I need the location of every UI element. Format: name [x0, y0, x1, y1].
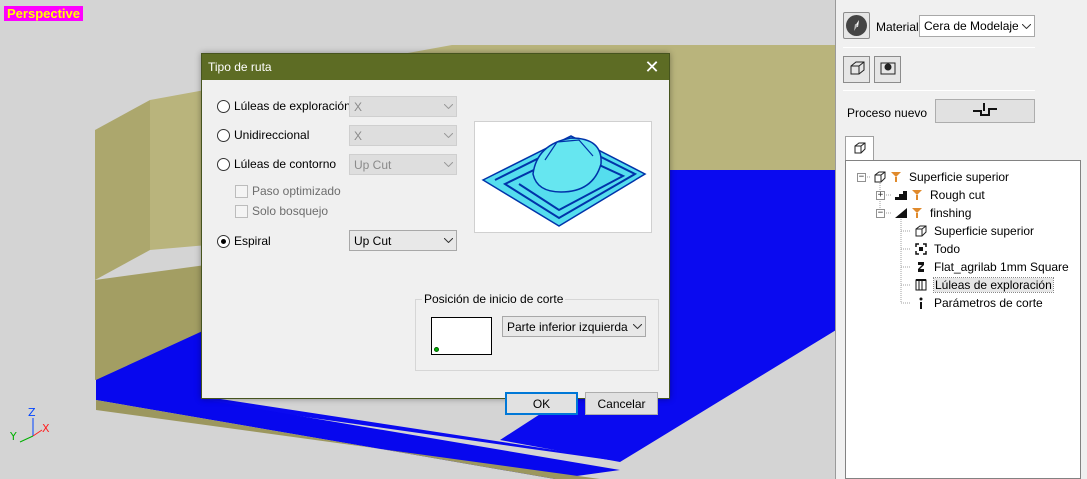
process-icon [910, 206, 924, 220]
rough-cut-icon [894, 188, 908, 202]
tree-item-finishing[interactable]: finshing [894, 204, 971, 222]
material-label: Material [876, 20, 919, 34]
collapse-icon[interactable]: − [857, 173, 866, 182]
tree-item-surface-child[interactable]: Superficie superior [914, 222, 1034, 240]
chevron-down-icon [440, 126, 456, 145]
contour-cut-select[interactable]: Up Cut [349, 154, 457, 175]
model-button[interactable] [874, 56, 901, 83]
tree-item-all[interactable]: Todo [914, 240, 960, 258]
close-icon[interactable]: ✕ [635, 54, 669, 80]
chevron-down-icon [440, 155, 456, 174]
collapse-icon[interactable]: − [876, 209, 885, 218]
checkbox-optimized-step[interactable]: Paso optimizado [235, 184, 341, 198]
start-position-group-label: Posición de inicio de corte [422, 292, 566, 306]
spiral-cut-select[interactable]: Up Cut [349, 230, 457, 251]
tree-item-cut-parameters[interactable]: Parámetros de corte [914, 294, 1043, 312]
option-contour-lines-label: Lúleas de contorno [234, 157, 337, 171]
process-panel: Material Cera de Modelaje Proceso nuevo [837, 0, 1087, 479]
stock-button[interactable] [843, 56, 870, 83]
process-icon [889, 170, 903, 184]
info-icon [914, 296, 928, 310]
material-select[interactable]: Cera de Modelaje [919, 15, 1035, 37]
tab-process-tree[interactable] [845, 136, 874, 161]
model-icon [879, 59, 897, 80]
option-spiral[interactable]: Espiral [217, 234, 271, 248]
process-icon [910, 188, 924, 202]
radio-scan-lines[interactable] [217, 99, 230, 113]
checkbox-sketch-only-box[interactable] [235, 204, 248, 218]
cube-icon [873, 170, 887, 184]
material-button[interactable] [843, 12, 870, 39]
option-spiral-label: Espiral [234, 234, 271, 248]
tree-item-scan-lines[interactable]: Lúleas de exploración [914, 276, 1054, 294]
axis-x-label: X [42, 422, 50, 435]
radio-unidirectional[interactable] [217, 128, 230, 142]
chevron-down-icon [629, 317, 645, 336]
start-point-marker [434, 347, 439, 352]
scan-lines-icon [914, 278, 928, 292]
separator [843, 90, 1035, 91]
new-process-label: Proceso nuevo [847, 106, 928, 120]
dialog-titlebar[interactable]: Tipo de ruta ✕ [202, 54, 669, 80]
option-unidirectional[interactable]: Unidireccional [217, 128, 309, 142]
cube-icon [848, 59, 866, 80]
compass-icon [846, 15, 867, 36]
option-contour-lines[interactable]: Lúleas de contorno [217, 157, 336, 171]
select-all-icon [914, 242, 928, 256]
view-label: Perspective [4, 6, 83, 21]
axis-z-label: Z [28, 406, 36, 419]
radio-contour-lines[interactable] [217, 157, 230, 171]
start-position-diagram [431, 317, 492, 355]
cancel-button[interactable]: Cancelar [585, 392, 658, 415]
axis-y-label: Y [10, 430, 17, 443]
axis-triad: Z X Y [8, 406, 58, 452]
separator [843, 47, 1035, 48]
tree-item-surface[interactable]: Superficie superior [873, 168, 1009, 186]
cube-icon [853, 141, 867, 158]
checkbox-optimized-step-label: Paso optimizado [252, 184, 341, 198]
checkbox-optimized-step-box[interactable] [235, 184, 248, 198]
expand-icon[interactable]: + [876, 191, 885, 200]
toolpath-preview-image [474, 121, 652, 233]
start-position-select[interactable]: Parte inferior izquierda [502, 316, 646, 337]
checkbox-sketch-only[interactable]: Solo bosquejo [235, 204, 328, 218]
dialog-title: Tipo de ruta [208, 60, 272, 74]
ok-button[interactable]: OK [505, 392, 578, 415]
chevron-down-icon [1018, 16, 1034, 36]
chevron-down-icon [440, 97, 456, 116]
tree-item-rough-cut[interactable]: Rough cut [894, 186, 985, 204]
finishing-icon [894, 206, 908, 220]
scan-lines-direction-select[interactable]: X [349, 96, 457, 117]
tool-icon [914, 260, 928, 274]
radio-spiral[interactable] [217, 234, 230, 248]
process-tree[interactable]: − + − Superficie superior Rough cut fins… [845, 160, 1081, 479]
start-position-group: Posición de inicio de corte Parte inferi… [415, 292, 659, 371]
path-type-dialog: Tipo de ruta ✕ Lúleas de exploración X U… [201, 53, 670, 415]
option-unidirectional-label: Unidireccional [234, 128, 310, 142]
chevron-down-icon [440, 231, 456, 250]
option-scan-lines-label: Lúleas de exploración [234, 99, 351, 113]
new-process-icon [973, 102, 997, 120]
tree-item-tool[interactable]: Flat_agrilab 1mm Square [914, 258, 1069, 276]
checkbox-sketch-only-label: Solo bosquejo [252, 204, 329, 218]
unidirectional-direction-select[interactable]: X [349, 125, 457, 146]
option-scan-lines[interactable]: Lúleas de exploración [217, 99, 351, 113]
cube-icon [914, 224, 928, 238]
new-process-button[interactable] [935, 99, 1035, 123]
stock-left-face [95, 100, 150, 280]
